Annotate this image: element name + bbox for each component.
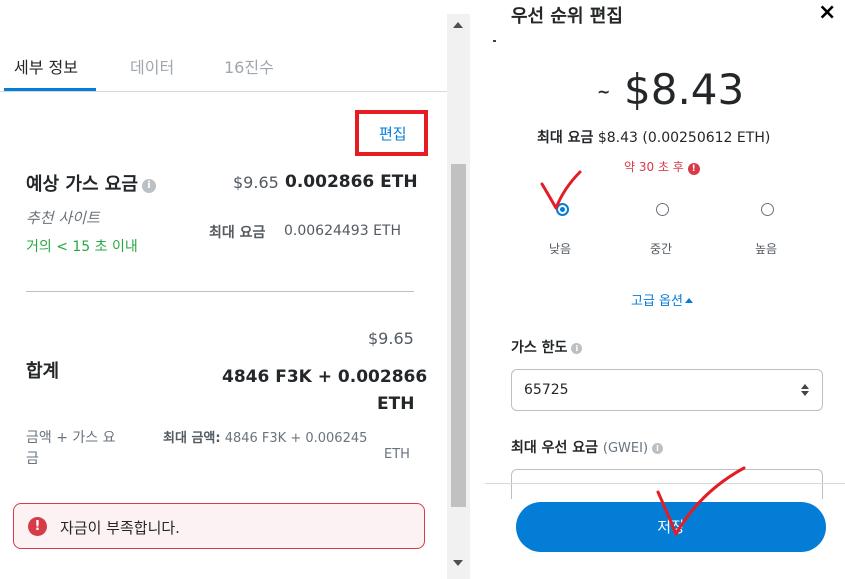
tab-bar: 세부 정보 데이터 16진수 [0,0,447,92]
max-fee-label: 최대 요금 [209,225,266,241]
amount-plus-gas-label-line1: 금액 + 가스 요 [26,430,116,446]
option-low-label: 낮음 [549,242,572,256]
max-amount-line1: 최대 금액: 4846 F3K + 0.006245 [163,427,367,446]
warning-icon[interactable]: ! [687,163,700,175]
modal-title: 우선 순위 편집 [511,6,623,27]
max-fee-row: 최대 요금 $8.43 (0.00250612 ETH) [537,127,770,147]
option-medium-label: 중간 [650,242,673,256]
max-fee-value: 0.00624493 ETH [284,223,401,239]
edit-gas-link[interactable]: 편집 [379,123,407,144]
radio-medium[interactable] [656,203,669,216]
max-fee-label: 최대 요금 [537,130,594,146]
gas-limit-input[interactable]: 65725 [511,369,823,411]
option-high-label: 높음 [755,242,778,256]
advanced-options-toggle[interactable]: 고급 옵션 [631,290,693,309]
caret-up-icon [684,298,693,303]
likely-time-label: 거의 < 15 초 이내 [26,239,138,255]
info-icon[interactable]: i [571,343,583,354]
radio-high[interactable] [761,203,774,216]
advanced-options-label: 고급 옵션 [631,294,683,309]
error-icon: ! [28,517,47,536]
time-estimate-text: 약 30 초 후 [624,160,684,174]
scroll-up-arrow-icon[interactable] [453,22,463,28]
gas-fee-usd: $9.65 [233,173,279,192]
estimated-fee-large: $8.43 [624,65,745,114]
insufficient-funds-alert: ! 자금이 부족합니다. [13,503,425,549]
total-amount-line2: ETH [377,394,415,414]
tab-hex[interactable]: 16진수 [224,54,274,78]
max-fee-value: $8.43 (0.00250612 ETH) [597,130,771,146]
total-usd: $9.65 [368,329,414,348]
error-text: 자금이 부족합니다. [60,519,180,537]
tab-details[interactable]: 세부 정보 [14,54,78,78]
stepper-down-icon[interactable] [801,391,809,396]
gas-limit-label: 가스 한도 i [511,337,583,357]
divider [26,291,414,292]
scroll-thumb[interactable] [451,164,466,507]
gas-limit-label-text: 가스 한도 [511,340,568,356]
scroll-down-arrow-icon[interactable] [453,560,463,566]
total-amount-line1: 4846 F3K + 0.002866 [222,367,428,387]
tab-data[interactable]: 데이터 [130,54,174,78]
number-stepper[interactable] [800,382,810,398]
max-amount-line2: ETH [384,447,410,462]
max-priority-fee-label: 최대 우선 요금 (GWEI) i [511,437,664,457]
time-estimate: 약 30 초 후 ! [624,158,700,175]
max-amount-label: 최대 금액: [163,431,221,446]
stepper-up-icon[interactable] [801,384,809,389]
checkmark-annotation-icon [540,170,582,210]
close-icon[interactable]: × [818,0,836,25]
info-icon[interactable]: i [652,443,664,454]
scroll-indicator [493,40,496,42]
recommended-site-label: 추천 사이트 [26,209,100,227]
estimated-gas-fee-label: 예상 가스 요금 [26,174,138,195]
approx-symbol: ~ [597,82,611,101]
gwei-unit: (GWEI) [602,441,649,456]
gas-limit-value: 65725 [524,382,569,398]
estimated-gas-fee-title: 예상 가스 요금 i [26,170,156,196]
gas-fee-eth: 0.002866 ETH [285,172,418,192]
info-icon[interactable]: i [141,179,156,193]
max-amount-value: 4846 F3K + 0.006245 [224,431,368,446]
checkmark-annotation-icon [656,466,746,536]
active-tab-indicator [4,88,96,91]
total-title: 합계 [26,361,60,382]
transaction-details-panel: 세부 정보 데이터 16진수 편집 예상 가스 요금 i $9.65 0.0028… [0,0,470,579]
scrollbar[interactable] [447,14,470,579]
max-priority-fee-label-text: 최대 우선 요금 [511,440,599,456]
amount-plus-gas-label-line2: 금 [26,451,39,467]
